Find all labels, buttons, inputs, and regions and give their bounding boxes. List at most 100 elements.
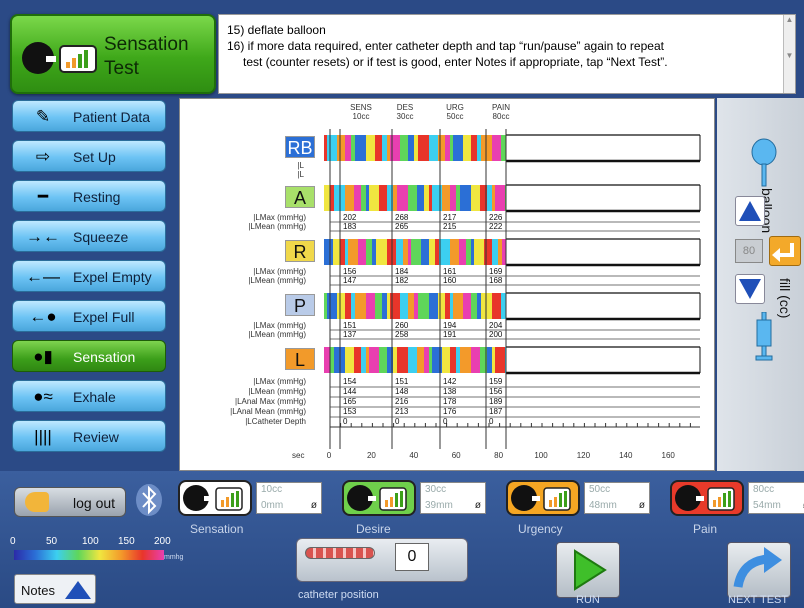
sensation-values: 50cc 48mm ø: [584, 482, 650, 514]
heatmap-cell: [345, 135, 351, 161]
sensation-card-urgency[interactable]: 50cc 48mm ø: [506, 480, 650, 520]
clear-value-button[interactable]: ø: [639, 500, 645, 511]
sidebar-item-exhale[interactable]: ●≈ Exhale: [12, 380, 166, 412]
scale-tick: 100: [82, 536, 99, 547]
clear-value-button[interactable]: ø: [475, 500, 481, 511]
heatmap-cell: [397, 185, 408, 211]
channel-label-r: R: [285, 240, 315, 262]
volume-value: 80cc: [753, 484, 775, 495]
catheter-position-control[interactable]: 0: [296, 538, 468, 582]
stat-value: 258: [395, 330, 409, 339]
title-line-1: Sensation: [104, 34, 189, 55]
sidebar-item-review[interactable]: |||| Review: [12, 420, 166, 452]
final-stat-value: 154: [343, 377, 357, 386]
fill-increase-button[interactable]: [735, 196, 765, 226]
dash-icon: ━: [37, 187, 49, 206]
heatmap-cell: [445, 293, 450, 319]
phase-volume: 80cc: [492, 112, 510, 121]
sensation-card-desire[interactable]: 30cc 39mm ø: [342, 480, 486, 520]
sidebar-item-patient-data[interactable]: ✎ Patient Data: [12, 100, 166, 132]
final-stat-label: |LCatheter Depth: [245, 417, 306, 426]
arrows-icon: ⇨: [35, 147, 51, 166]
heatmap-cell: [397, 347, 408, 373]
catheter-label: catheter position: [298, 589, 379, 601]
channel-label-l: L: [285, 348, 315, 370]
sensation-head-icon[interactable]: [670, 480, 744, 516]
stat-value: 168: [489, 276, 503, 285]
heatmap-cell: [442, 347, 450, 373]
fill-apply-button[interactable]: [769, 236, 801, 266]
heatmap-cell: [375, 293, 382, 319]
stat-value: 156: [343, 267, 357, 276]
heatmap-cell: [421, 239, 429, 265]
phase-name: SENS: [350, 103, 372, 112]
sidebar-item-sensation[interactable]: ●▮ Sensation: [12, 340, 166, 372]
stat-value: 260: [395, 321, 409, 330]
sidebar-item-resting[interactable]: ━ Resting: [12, 180, 166, 212]
bluetooth-icon[interactable]: [134, 482, 164, 518]
sidebar-item-squeeze[interactable]: →← Squeeze: [12, 220, 166, 252]
sensation-head-icon[interactable]: [506, 480, 580, 516]
final-stat-value: 159: [489, 377, 503, 386]
heatmap-cell: [387, 135, 390, 161]
sensation-card-pain[interactable]: 80cc54mmø: [670, 480, 804, 520]
cuff-icon: ✎: [35, 107, 51, 126]
logout-button[interactable]: log out: [14, 487, 126, 517]
x-tick-label: 80: [494, 451, 504, 460]
heatmap-cell: [460, 185, 471, 211]
heatmap-cell: [450, 135, 453, 161]
catheter-depth-value: 0: [489, 417, 494, 426]
heatmap-cell: [450, 239, 459, 265]
sidebar-item-expel-full[interactable]: ←● Expel Full: [12, 300, 166, 332]
pressure-color-scale: 0 50 100 150 200 mmhg: [2, 536, 183, 576]
sensation-head-icon[interactable]: [342, 480, 416, 516]
instructions-panel: 15) deflate balloon 16) if more data req…: [218, 14, 796, 94]
clear-value-button[interactable]: ø: [311, 500, 317, 511]
stat-value: 200: [489, 330, 503, 339]
heatmap-cell: [351, 293, 355, 319]
fill-decrease-button[interactable]: [735, 274, 765, 304]
stat-value: 191: [443, 330, 457, 339]
sidebar-item-set-up[interactable]: ⇨ Set Up: [12, 140, 166, 172]
sensation-card-label: Urgency: [518, 522, 563, 536]
final-stat-value: 151: [395, 377, 409, 386]
sensation-card-sensation[interactable]: 10cc 0mm ø: [178, 480, 322, 520]
stat-value: 222: [489, 222, 503, 231]
final-stat-label: |LAnal Mean (mmHg): [230, 407, 306, 416]
notes-button[interactable]: Notes: [14, 574, 96, 604]
catheter-value[interactable]: 0: [395, 543, 429, 571]
catheter-ruler-icon: [305, 547, 375, 559]
heatmap-cell: [501, 293, 506, 319]
heatmap-cell: [418, 135, 429, 161]
syringe-icon: [755, 312, 773, 361]
heatmap-cell: [492, 135, 501, 161]
catheter-depth-value: 0: [443, 417, 448, 426]
title-line-2: Test: [104, 58, 139, 79]
heatmap-cell: [354, 347, 361, 373]
heatmap-cell: [408, 239, 411, 265]
instructions-scrollbar[interactable]: ▲ ▼: [783, 15, 795, 93]
stat-value: 268: [395, 213, 409, 222]
key-icon: [25, 492, 49, 512]
heatmap-cell: [463, 293, 471, 319]
final-stat-value: 144: [343, 387, 357, 396]
stat-value: 182: [395, 276, 409, 285]
heatmap-cell: [429, 347, 432, 373]
x-axis-label: sec: [292, 451, 305, 460]
phase-header: SENS 10cc: [346, 103, 376, 121]
heatmap-cell: [411, 239, 421, 265]
run-label: RUN: [576, 594, 600, 606]
stat-value: 194: [443, 321, 457, 330]
stat-label: |LMean (mmHg): [248, 222, 306, 231]
heatmap-cell: [366, 239, 372, 265]
heatmap-cell: [361, 185, 366, 211]
stat-label: |LMax (mmHg): [253, 213, 306, 222]
run-button[interactable]: [556, 542, 620, 598]
heatmap-cell: [408, 293, 414, 319]
heatmap-cell: [345, 293, 351, 319]
squeeze-arrows-icon: →←: [26, 227, 60, 246]
sensation-head-icon[interactable]: [178, 480, 252, 516]
heatmap-cell: [450, 293, 453, 319]
sidebar-item-expel-empty[interactable]: ←— Expel Empty: [12, 260, 166, 292]
next-test-button[interactable]: [727, 542, 791, 598]
